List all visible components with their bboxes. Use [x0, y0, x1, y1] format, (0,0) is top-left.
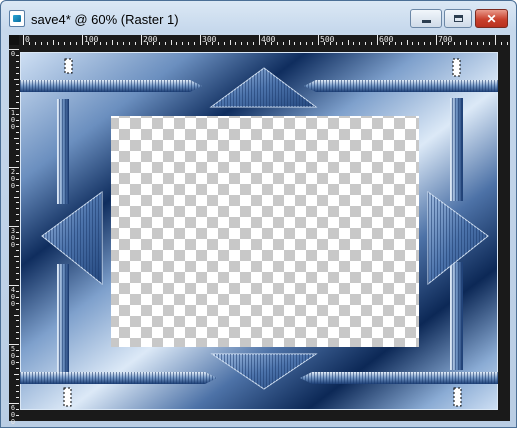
corner-marker-bottom-right: [453, 387, 462, 407]
minimize-button[interactable]: [410, 9, 442, 28]
ruler-corner: [9, 35, 19, 45]
frame-bar-bottom-left: [20, 372, 217, 384]
ruler-label: 5 0 0: [10, 345, 16, 367]
image-window: save4* @ 60% (Raster 1) ✕ 0 100 200 300 400 5…: [0, 0, 517, 428]
frame-bar-left-upper: [57, 99, 69, 204]
ruler-label: 4 0 0: [10, 286, 16, 308]
corner-marker-top-right: [452, 58, 461, 77]
corner-marker-bottom-left: [63, 387, 72, 407]
ruler-label: 1 0 0: [10, 109, 16, 131]
ruler-label: 700: [438, 35, 453, 44]
ruler-label: 600: [379, 35, 394, 44]
transparent-area: [111, 116, 419, 347]
ruler-label: 400: [261, 35, 276, 44]
title-bar[interactable]: save4* @ 60% (Raster 1) ✕: [1, 1, 516, 35]
psp-image-icon: [9, 10, 25, 27]
ruler-label: 3 0 0: [10, 227, 16, 249]
maximize-button[interactable]: [444, 9, 472, 28]
ruler-label: 200: [143, 35, 158, 44]
frame-bar-right-upper: [450, 98, 463, 201]
ruler-label: 300: [202, 35, 217, 44]
frame-bar-right-lower: [450, 262, 463, 370]
ruler-label: 0: [25, 35, 30, 44]
horizontal-ruler[interactable]: 0 100 200 300 400 500 600 700: [19, 35, 510, 45]
window-title: save4* @ 60% (Raster 1): [31, 12, 179, 27]
ruler-label: 500: [320, 35, 335, 44]
frame-bar-bottom-right: [300, 372, 498, 384]
corner-marker-top-left: [64, 58, 73, 74]
frame-bar-top-left: [20, 80, 202, 92]
close-icon: ✕: [486, 11, 497, 26]
ruler-label: 0: [10, 50, 16, 58]
ruler-label: 100: [84, 35, 99, 44]
frame-bar-top-right: [304, 80, 498, 92]
frame-bar-left-lower: [57, 264, 69, 372]
ruler-label: 2 0 0: [10, 168, 16, 190]
minimize-icon: [421, 19, 431, 23]
maximize-icon: [453, 15, 463, 22]
image-canvas[interactable]: [20, 52, 498, 410]
vertical-ruler[interactable]: 0 1 0 0 2 0 0 3 0 0 4 0 0 5 0 0 6 0 0: [9, 45, 19, 426]
ruler-label: 6 0 0: [10, 404, 16, 426]
close-button[interactable]: ✕: [475, 9, 508, 28]
